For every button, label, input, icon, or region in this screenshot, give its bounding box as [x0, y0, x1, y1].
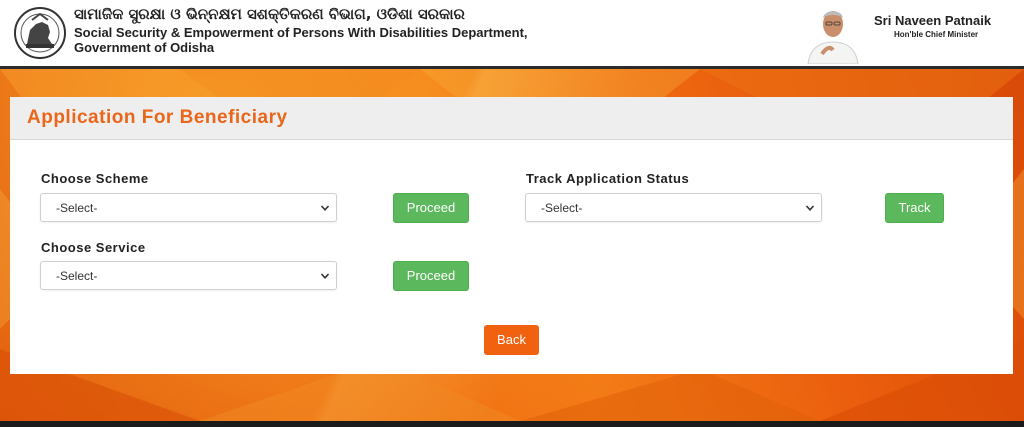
service-select-value: -Select-: [56, 269, 98, 283]
page-title: Application For Beneficiary: [27, 107, 288, 128]
track-status-select-value: -Select-: [541, 201, 583, 215]
department-name-odia: ସାମାଜିକ ସୁରକ୍ଷା ଓ ଭିନ୍ନକ୍ଷମ ସଶକ୍ତିକରଣ ବି…: [74, 5, 465, 23]
footer-bar: [0, 421, 1024, 427]
service-select[interactable]: -Select-: [40, 261, 337, 290]
chevron-down-icon: [805, 205, 815, 211]
track-status-select[interactable]: -Select-: [525, 193, 822, 222]
chevron-down-icon: [320, 273, 330, 279]
back-button[interactable]: Back: [484, 325, 539, 355]
site-header: ସାମାଜିକ ସୁରକ୍ଷା ଓ ଭିନ୍ନକ୍ଷମ ସଶକ୍ତିକରଣ ବି…: [0, 0, 1024, 67]
chief-minister-title: Hon'ble Chief Minister: [894, 30, 979, 39]
service-proceed-button[interactable]: Proceed: [393, 261, 469, 291]
card-header: Application For Beneficiary: [10, 97, 1013, 140]
government-name: Government of Odisha: [74, 40, 215, 55]
scheme-select[interactable]: -Select-: [40, 193, 337, 222]
chief-minister-photo: [802, 2, 864, 64]
choose-service-label: Choose Service: [41, 240, 146, 255]
track-button[interactable]: Track: [885, 193, 944, 223]
chief-minister-name: Sri Naveen Patnaik: [874, 13, 992, 28]
scheme-select-value: -Select-: [56, 201, 98, 215]
department-name-english: Social Security & Empowerment of Persons…: [74, 25, 528, 40]
odisha-emblem-logo: [14, 7, 66, 59]
scheme-proceed-button[interactable]: Proceed: [393, 193, 469, 223]
choose-scheme-label: Choose Scheme: [41, 171, 149, 186]
chevron-down-icon: [320, 205, 330, 211]
track-status-label: Track Application Status: [526, 171, 690, 186]
beneficiary-application-card: Application For Beneficiary Choose Schem…: [10, 97, 1013, 374]
